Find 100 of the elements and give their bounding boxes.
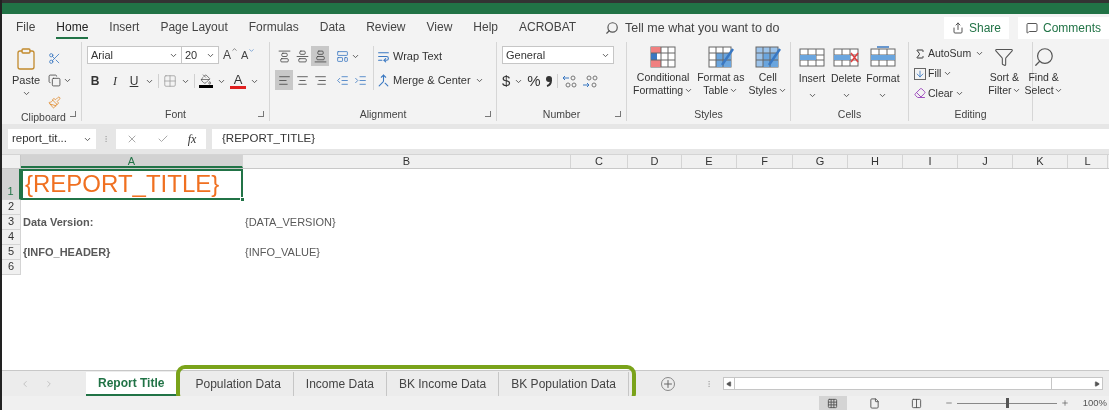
row-header[interactable]: 5 [2,245,21,260]
cells-button[interactable]: Delete [831,46,862,100]
sheet-tab[interactable]: Population Data [183,371,294,396]
table-brush-icon [754,46,781,68]
zoom-in-icon[interactable] [1060,399,1069,407]
bottom-align-icon[interactable] [311,46,329,66]
menu-tab[interactable]: File [16,17,36,39]
scroll-right-arrow-icon[interactable] [1094,380,1100,387]
menu-tab[interactable]: Data [319,17,346,39]
zoom-level[interactable]: 100% [1082,395,1107,410]
fill-color-icon[interactable] [199,74,213,88]
font-name-field[interactable]: Arial [87,46,182,64]
paste-button[interactable]: Paste [11,46,41,112]
column-header[interactable]: K [1013,155,1068,168]
insert-function-button[interactable]: fx [187,130,197,148]
styles-button[interactable]: Cell Styles [747,46,789,97]
column-header[interactable]: L [1068,155,1108,168]
share-button[interactable]: Share [943,17,1009,39]
scroll-left-arrow-icon[interactable] [726,380,733,387]
bold-button[interactable]: B [87,72,103,90]
menu-tab[interactable]: Formulas [248,17,299,39]
row-header[interactable]: 1 [2,169,21,200]
view-icon [911,397,923,409]
shrink-font-button[interactable]: A [241,46,256,64]
column-header[interactable]: J [958,155,1013,168]
row-header[interactable]: 2 [2,200,21,215]
number-format-field[interactable]: General [502,46,614,64]
column-header[interactable]: G [793,155,848,168]
dialog-launcher-icon[interactable] [615,111,621,117]
styles-button[interactable]: Format as Table [696,46,746,97]
name-box[interactable]: report_tit... [8,129,96,149]
menu-tab[interactable]: Review [366,17,406,39]
dialog-launcher-icon[interactable] [70,111,76,117]
column-header[interactable]: I [903,155,958,168]
column-header[interactable]: H [848,155,903,168]
row-header[interactable]: 4 [2,230,21,245]
row-header[interactable]: 6 [2,260,21,275]
caret-icon [729,86,739,95]
fill-button[interactable]: Fill [914,65,985,82]
horizontal-scrollbar[interactable] [723,377,1103,390]
dialog-launcher-icon[interactable] [258,111,264,117]
decrease-decimal-icon[interactable] [581,74,598,89]
find-select-button[interactable]: Find & Select [1024,46,1063,102]
sheet-tab[interactable]: BK Population Data [499,371,630,396]
column-header[interactable]: F [737,155,793,168]
cell-text: {REPORT_TITLE} [25,170,220,198]
funnel-icon [994,46,1015,68]
menu-tab[interactable]: Page Layout [160,17,228,39]
zoom-thumb[interactable] [1005,397,1009,408]
caret-icon [1011,86,1021,95]
menu-tab[interactable]: View [426,17,453,39]
table-brush-icon [707,46,734,68]
align-left-icon[interactable] [275,70,293,90]
comma-style-icon[interactable] [544,75,553,88]
eraser-icon [914,87,926,100]
wrap-text-button[interactable]: Wrap Text [377,46,443,66]
row-header[interactable]: 3 [2,215,21,230]
enter-icon[interactable] [156,133,169,145]
normal-view-button[interactable] [818,396,847,410]
caret-down-icon [248,46,256,54]
styles-button[interactable]: Conditional Formatting [632,46,695,97]
grow-font-button[interactable]: A [223,46,238,64]
zoom-out-icon[interactable] [944,399,953,407]
cell-text: {INFO_VALUE} [245,244,320,260]
group-label: Cells [837,108,862,120]
column-header[interactable]: A [21,155,243,168]
formula-field[interactable]: {REPORT_TITLE} [212,129,1109,149]
cells-button[interactable]: Insert [798,46,826,100]
search-field[interactable]: Tell me what you want to do [605,18,816,38]
percent-button[interactable]: % [527,70,541,93]
column-header[interactable]: D [628,155,682,168]
sheet-tab[interactable]: Report Title [86,371,178,396]
sheet-tab[interactable]: BK Income Data [386,371,500,396]
italic-button[interactable]: I [107,72,123,90]
merge-center-button[interactable]: Merge & Center [377,70,471,90]
currency-button[interactable]: $ [502,70,511,93]
dialog-launcher-icon[interactable] [485,111,491,117]
menu-tab[interactable]: ACROBAT [519,17,577,39]
group-label: Alignment [359,108,407,120]
underline-button[interactable]: U [127,72,141,90]
autosum-button[interactable]: AutoSum [914,46,985,62]
menu-tab[interactable]: Home [56,17,89,39]
search-icon [605,21,620,35]
menu-tab[interactable]: Insert [109,17,140,39]
view-icon [869,397,881,409]
font-size-field[interactable]: 20 [182,46,219,64]
merge-icon [377,73,390,87]
column-header[interactable]: C [571,155,628,168]
clear-button[interactable]: Clear [914,85,985,102]
increase-decimal-icon[interactable] [561,74,578,89]
sheet-tab[interactable]: Income Data [293,371,387,396]
fill-handle[interactable] [240,197,245,202]
cells-button[interactable]: Format [866,46,900,100]
borders-icon[interactable] [163,74,177,88]
comments-button[interactable]: Comments [1018,17,1109,39]
sort-filter-button[interactable]: Sort & Filter [988,46,1021,102]
column-header[interactable]: E [682,155,737,168]
column-header[interactable]: B [243,155,571,168]
menu-tab[interactable]: Help [473,17,498,39]
font-color-button[interactable]: A [230,73,246,89]
